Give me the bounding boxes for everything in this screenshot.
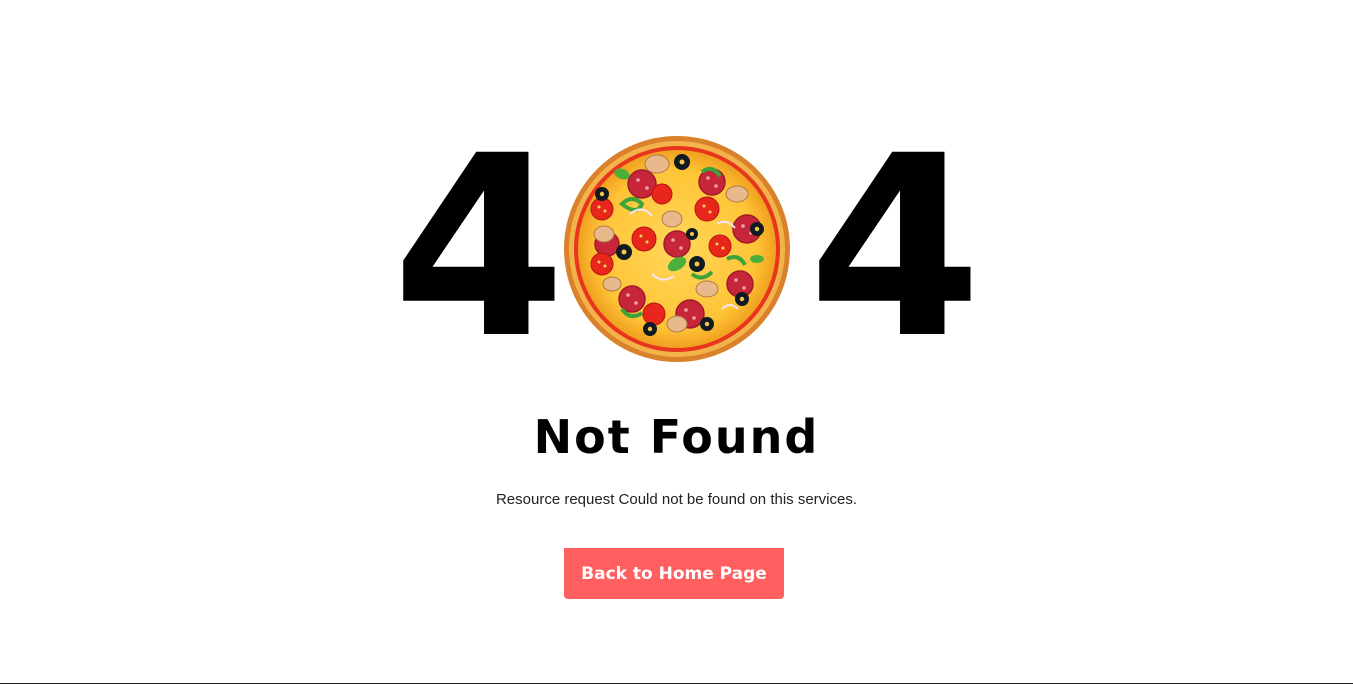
- error-digit-right: 4: [808, 102, 982, 393]
- error-code: 4 4: [0, 102, 1353, 393]
- pizza-icon: [564, 136, 790, 362]
- back-to-home-button[interactable]: Back to Home Page: [564, 548, 784, 599]
- page-title: Not Found: [533, 410, 820, 464]
- error-digit-left: 4: [392, 102, 566, 393]
- not-found-page: 4 4 Not Found Resource request Could not…: [0, 0, 1353, 684]
- error-description: Resource request Could not be found on t…: [495, 491, 858, 508]
